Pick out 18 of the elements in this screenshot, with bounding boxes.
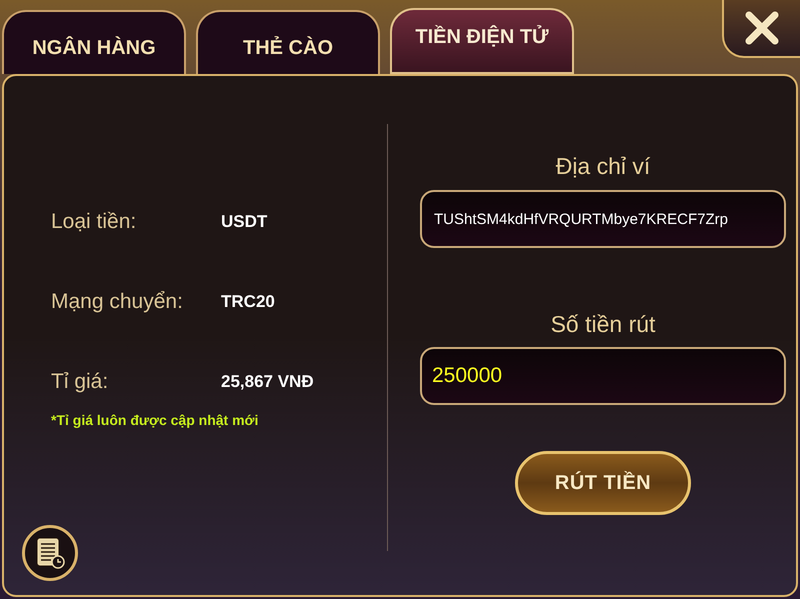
field-label: Loại tiền: xyxy=(51,209,138,236)
input-field[interactable]: TUShtSM4kdHfVRQURTMbye7KRECF7Zrp xyxy=(420,190,786,248)
field-label: Tỉ giá: xyxy=(51,369,110,396)
tab[interactable]: THẺ CÀO xyxy=(196,10,380,74)
withdraw-button[interactable]: RÚT TIỀN xyxy=(515,451,691,515)
close-button[interactable] xyxy=(722,0,800,58)
field-value: USDT xyxy=(221,211,268,234)
tab[interactable]: TIỀN ĐIỆN TỬ xyxy=(390,8,574,74)
field-value: TRC20 xyxy=(221,291,275,314)
field-label: Địa chỉ ví xyxy=(556,152,650,180)
document-clock-icon xyxy=(35,537,65,569)
tab[interactable]: NGÂN HÀNG xyxy=(2,10,186,74)
field-value: 25,867 VNĐ xyxy=(221,371,314,394)
close-icon xyxy=(744,10,780,46)
rate-note: *Tỉ giá luôn được cập nhật mới xyxy=(51,411,260,430)
field-label: Số tiền rút xyxy=(550,310,656,338)
input-field[interactable]: 250000 xyxy=(420,347,786,405)
field-label: Mạng chuyển: xyxy=(51,289,184,316)
